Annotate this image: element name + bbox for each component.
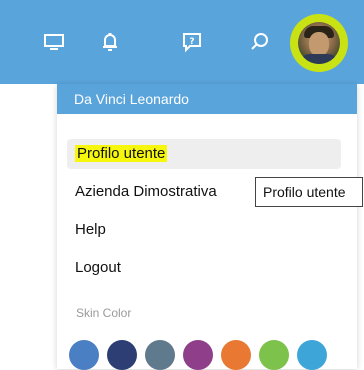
menu-item-logout[interactable]: Logout bbox=[67, 253, 341, 283]
user-avatar-button[interactable] bbox=[290, 14, 348, 72]
monitor-icon[interactable] bbox=[40, 28, 68, 56]
skin-color-swatch[interactable] bbox=[69, 340, 99, 370]
top-navbar: ? bbox=[0, 0, 364, 84]
menu-item-help[interactable]: Help bbox=[67, 215, 341, 245]
menu-item-label: Azienda Dimostrativa bbox=[75, 183, 217, 200]
skin-color-swatch[interactable] bbox=[259, 340, 289, 370]
user-dropdown-menu: Da Vinci Leonardo Profilo utente Azienda… bbox=[57, 84, 357, 370]
skin-color-swatch[interactable] bbox=[145, 340, 175, 370]
menu-item-profilo-utente[interactable]: Profilo utente bbox=[67, 139, 341, 169]
menu-header-username: Da Vinci Leonardo bbox=[57, 84, 357, 114]
avatar bbox=[298, 22, 340, 64]
chat-help-icon[interactable]: ? bbox=[178, 28, 206, 56]
tooltip: Profilo utente bbox=[255, 177, 363, 207]
menu-caret bbox=[312, 76, 328, 84]
menu-item-label: Profilo utente bbox=[75, 145, 168, 162]
search-icon[interactable] bbox=[246, 28, 274, 56]
skin-color-swatch[interactable] bbox=[183, 340, 213, 370]
skin-color-swatch[interactable] bbox=[107, 340, 137, 370]
skin-color-swatch[interactable] bbox=[221, 340, 251, 370]
bell-icon[interactable] bbox=[96, 28, 124, 56]
menu-item-label: Logout bbox=[75, 259, 121, 276]
menu-item-label: Help bbox=[75, 221, 106, 238]
svg-text:?: ? bbox=[189, 37, 194, 47]
skin-color-label: Skin Color bbox=[76, 306, 132, 320]
skin-color-swatch[interactable] bbox=[297, 340, 327, 370]
